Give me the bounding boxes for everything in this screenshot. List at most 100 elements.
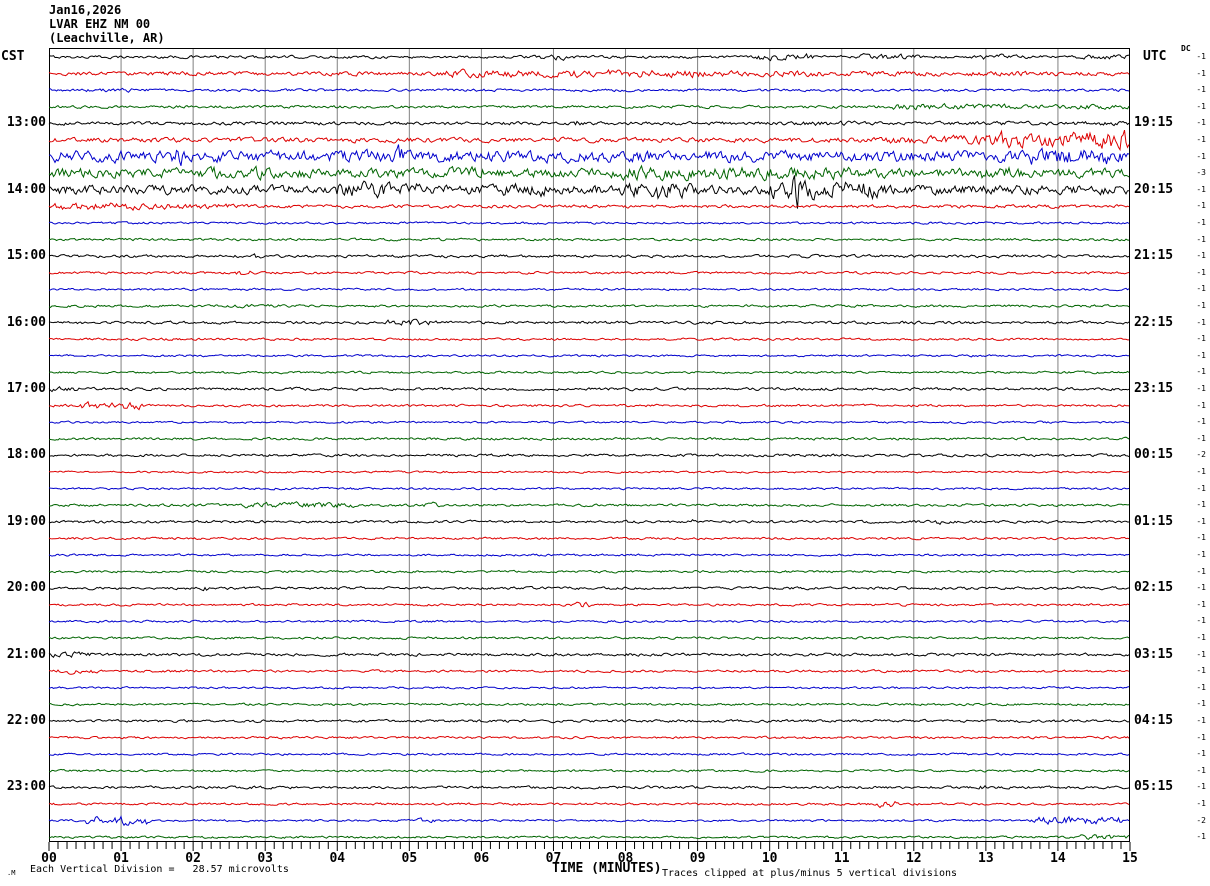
trace-2300-black <box>48 785 1130 790</box>
helicorder-page: Jan16,2026 LVAR EHZ NM 00 (Leachville, A… <box>0 0 1210 886</box>
minute-label-06: 06 <box>473 851 490 866</box>
trace-1745-green <box>48 436 1130 441</box>
dc-value-row-37: -1 <box>1196 649 1206 659</box>
left-hour-label-2300: 23:00 <box>6 779 46 795</box>
dc-value-row-23: -1 <box>1196 417 1206 427</box>
trace-1700-black <box>48 385 1130 393</box>
trace-1930-blue <box>48 553 1130 557</box>
dc-value-row-22: -1 <box>1196 400 1206 410</box>
dc-value-row-8: -3 <box>1196 168 1206 178</box>
seismogram-canvas <box>48 48 1131 851</box>
minute-label-12: 12 <box>905 851 922 866</box>
trace-1445-green <box>48 237 1130 242</box>
right-hour-label-0515: 05:15 <box>1134 779 1174 795</box>
trace-1400-black <box>48 175 1130 209</box>
trace-1615-red <box>48 337 1129 342</box>
left-hour-label-2000: 20:00 <box>6 580 46 596</box>
trace-2200-black <box>48 718 1130 724</box>
trace-1345-green <box>48 164 1130 182</box>
dc-value-row-45: -1 <box>1196 782 1206 792</box>
trace-1630-blue <box>48 353 1130 358</box>
dc-value-row-19: -1 <box>1196 350 1206 360</box>
dc-value-row-9: -1 <box>1196 184 1206 194</box>
dc-value-row-48: -1 <box>1196 832 1206 842</box>
dc-value-row-29: -1 <box>1196 516 1206 526</box>
dc-value-row-34: -1 <box>1196 599 1206 609</box>
dc-value-row-33: -1 <box>1196 583 1206 593</box>
dc-value-row-42: -1 <box>1196 732 1206 742</box>
trace-1245-green <box>48 102 1130 111</box>
clip-note: Traces clipped at plus/minus 5 vertical … <box>662 868 958 879</box>
trace-1500-black <box>48 253 1130 259</box>
dc-value-row-24: -1 <box>1196 433 1206 443</box>
trace-1530-blue <box>48 287 1130 292</box>
trace-2215-red <box>48 735 1130 740</box>
minute-label-13: 13 <box>978 851 994 866</box>
dc-value-row-25: -2 <box>1196 450 1206 460</box>
left-hour-label-1700: 17:00 <box>6 381 46 396</box>
left-hour-label-1400: 14:00 <box>6 181 46 197</box>
right-hour-label-0015: 00:15 <box>1134 447 1174 463</box>
dc-value-row-44: -1 <box>1196 765 1206 775</box>
minute-label-15: 15 <box>1122 851 1138 866</box>
right-hour-label-0315: 03:15 <box>1134 646 1174 662</box>
trace-2230-blue <box>48 752 1130 756</box>
right-hour-label-2015: 20:15 <box>1134 181 1174 197</box>
dc-value-row-41: -1 <box>1196 716 1206 725</box>
trace-1315-red <box>48 129 1130 152</box>
minute-label-05: 05 <box>401 851 418 866</box>
trace-2030-blue <box>48 619 1130 624</box>
right-hour-label-0215: 02:15 <box>1134 580 1174 596</box>
right-hour-label-2115: 21:15 <box>1134 248 1174 264</box>
dc-value-row-17: -1 <box>1196 317 1206 327</box>
dc-value-row-18: -1 <box>1196 334 1206 344</box>
trace-2145-green <box>48 702 1130 707</box>
left-hour-label-1300: 13:00 <box>6 115 46 131</box>
left-hour-label-1900: 19:00 <box>6 513 46 529</box>
trace-1800-black <box>49 453 1130 458</box>
trace-2345-green <box>48 834 1130 840</box>
right-hour-label-0115: 01:15 <box>1134 513 1174 529</box>
left-hour-label-2200: 22:00 <box>6 713 46 728</box>
trace-1215-red <box>48 68 1130 79</box>
dc-value-row-20: -1 <box>1196 367 1206 377</box>
trace-1945-green <box>48 569 1130 574</box>
trace-1600-black <box>48 318 1130 326</box>
dc-value-row-4: -1 <box>1196 101 1206 111</box>
trace-1515-red <box>48 270 1130 276</box>
dc-value-row-26: -1 <box>1196 467 1206 476</box>
dc-value-row-3: -1 <box>1196 85 1206 95</box>
dc-value-row-27: -1 <box>1196 483 1206 493</box>
trace-1845-green <box>48 501 1130 509</box>
trace-1900-black <box>48 519 1129 526</box>
dc-value-row-5: -1 <box>1196 118 1206 128</box>
corner-mark: .M <box>7 869 16 877</box>
trace-2330-blue <box>48 815 1130 827</box>
dc-value-row-31: -1 <box>1196 550 1206 559</box>
dc-value-row-11: -1 <box>1196 218 1206 227</box>
minute-label-11: 11 <box>833 851 850 866</box>
dc-value-row-2: -1 <box>1196 68 1206 78</box>
dc-value-row-47: -2 <box>1196 815 1206 825</box>
trace-2045-green <box>48 636 1130 640</box>
trace-2315-red <box>48 800 1130 809</box>
dc-value-row-12: -1 <box>1196 234 1206 244</box>
dc-value-row-32: -1 <box>1196 566 1206 576</box>
dc-value-row-30: -1 <box>1196 533 1206 543</box>
left-hour-label-1600: 16:00 <box>6 314 46 330</box>
trace-1415-red <box>48 202 1130 212</box>
dc-value-row-28: -1 <box>1196 500 1206 510</box>
trace-2100-black <box>48 651 1130 659</box>
dc-value-row-38: -1 <box>1196 666 1206 676</box>
trace-2015-red <box>48 601 1130 608</box>
trace-1645-green <box>48 370 1130 375</box>
right-hour-label-0415: 04:15 <box>1134 713 1174 728</box>
left-hour-label-2100: 21:00 <box>6 646 46 662</box>
dc-value-row-7: -1 <box>1196 151 1206 161</box>
dc-value-row-21: -1 <box>1196 384 1206 393</box>
trace-1230-blue <box>48 87 1130 93</box>
trace-1330-blue <box>48 144 1130 166</box>
minute-label-14: 14 <box>1050 851 1066 866</box>
dc-value-row-40: -1 <box>1196 699 1206 709</box>
dc-value-row-6: -1 <box>1196 135 1206 144</box>
